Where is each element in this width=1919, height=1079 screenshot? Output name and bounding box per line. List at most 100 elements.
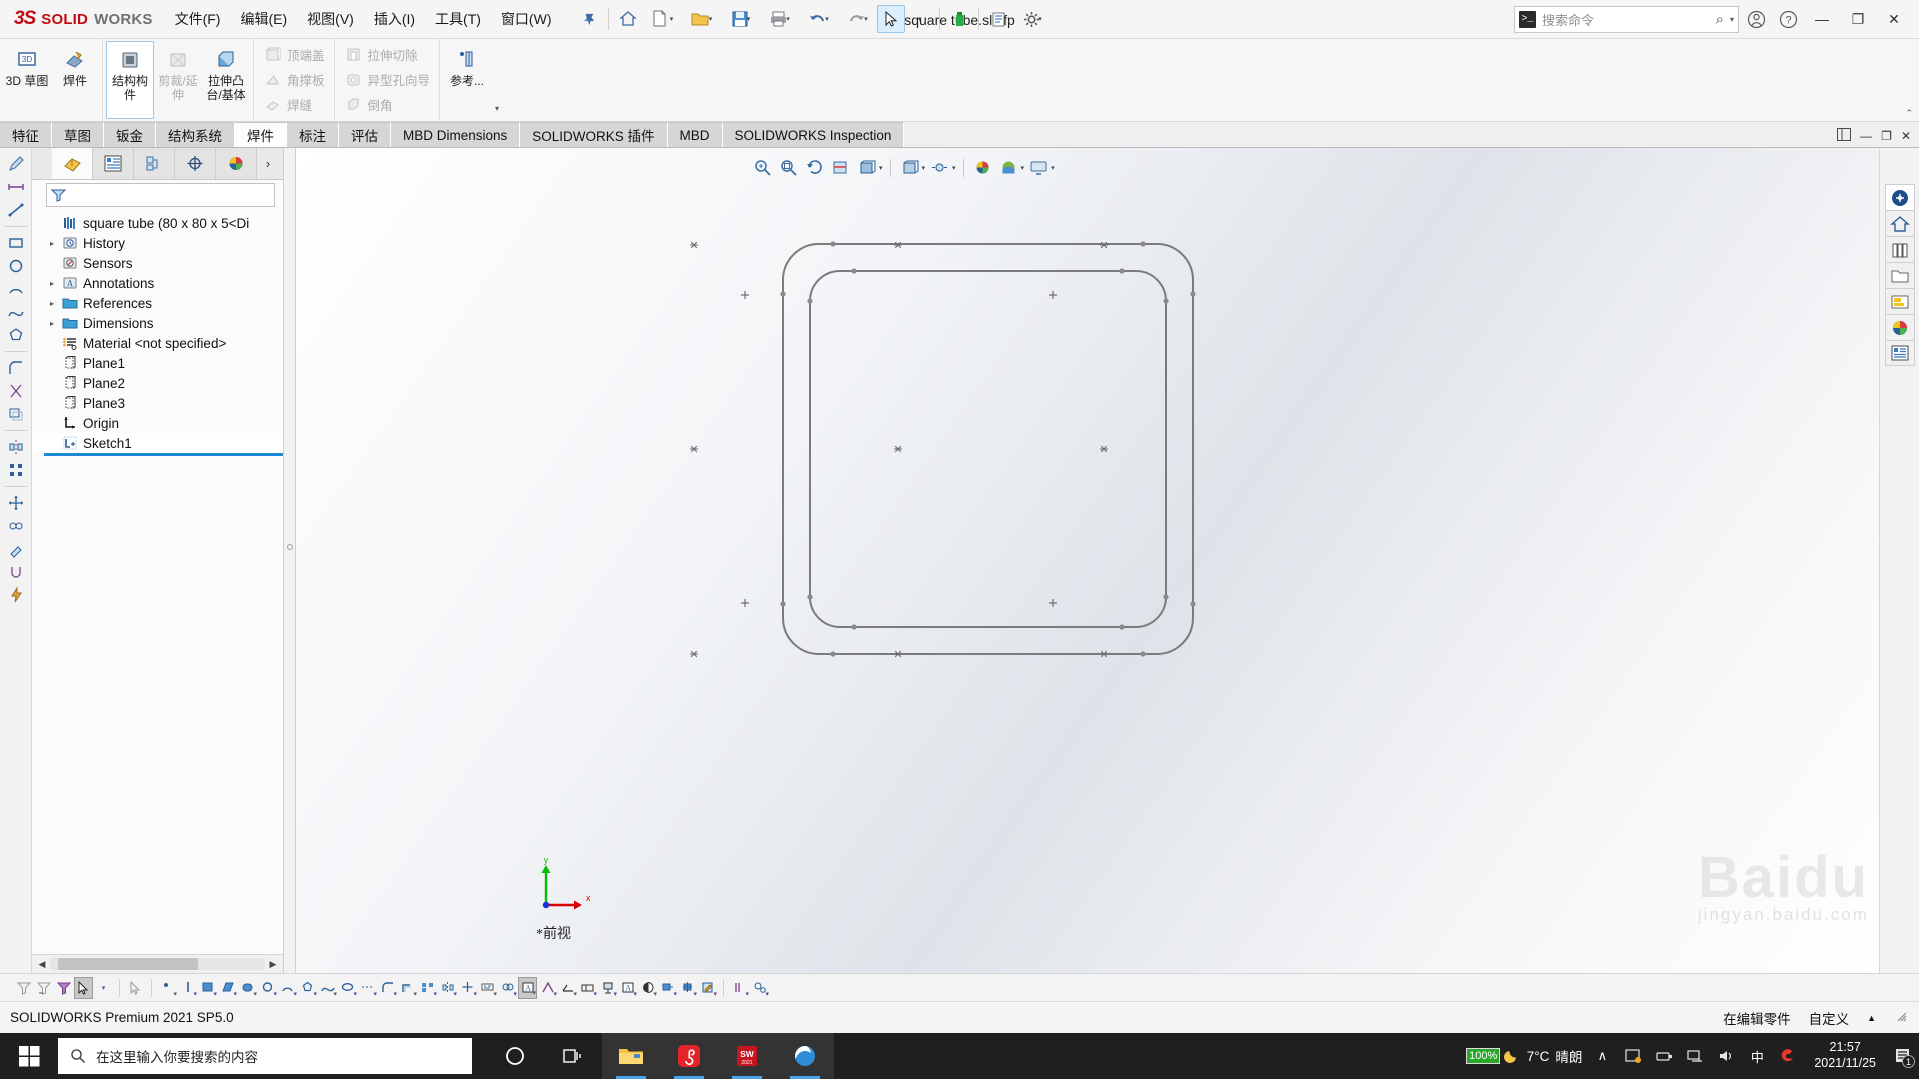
help-icon[interactable]: ? xyxy=(1773,4,1803,34)
geometric-tolerance-icon[interactable]: ▾ xyxy=(578,977,597,999)
tab-mbd[interactable]: MBD xyxy=(667,122,723,147)
sketch-geometry[interactable] xyxy=(296,148,1879,973)
mirror-entities-icon[interactable] xyxy=(3,436,29,458)
graphics-viewport[interactable]: ▾ ▾ ▾ ▾ ▾ y x *前视 Baidu jingyan.baidu.co… xyxy=(296,148,1879,973)
select-cursor-icon[interactable] xyxy=(877,5,906,33)
splitter-handle[interactable] xyxy=(287,544,293,550)
panel-splitter[interactable] xyxy=(284,148,296,973)
polygon-tool-icon[interactable] xyxy=(3,324,29,346)
tree-twist[interactable]: ▸ xyxy=(44,279,60,288)
fillet-tool-icon[interactable] xyxy=(3,357,29,379)
tree-item-plane2[interactable]: Plane2 xyxy=(32,373,283,393)
spline-tool-icon[interactable] xyxy=(3,301,29,323)
linear-pattern-icon[interactable] xyxy=(3,459,29,481)
menu-edit[interactable]: 编辑(E) xyxy=(230,0,297,38)
command-search-box[interactable]: >_ 搜索命令 ⌕ ▾ xyxy=(1514,5,1739,33)
trim-entities-icon[interactable] xyxy=(3,380,29,402)
print-icon[interactable]: ▾ xyxy=(760,5,798,33)
close-button[interactable]: ✕ xyxy=(1877,4,1911,34)
select-tool-icon[interactable] xyxy=(74,976,93,999)
volume-icon[interactable] xyxy=(1715,1048,1737,1064)
custom-properties-icon[interactable] xyxy=(1884,314,1915,340)
circle-tool-icon[interactable]: ▾ xyxy=(258,977,277,999)
mirror-entities-icon[interactable]: ▾ xyxy=(438,977,457,999)
view-palette-icon[interactable] xyxy=(1884,262,1915,288)
tile-windows-icon[interactable] xyxy=(1837,128,1852,144)
feature-tree-filter-input[interactable] xyxy=(46,183,275,207)
area-hatch-icon[interactable]: ▾ xyxy=(638,977,657,999)
select-other-icon[interactable] xyxy=(126,977,145,999)
construction-geometry-icon[interactable]: ▾ xyxy=(358,977,377,999)
tab-solidworks-inspection[interactable]: SOLIDWORKS Inspection xyxy=(722,122,905,147)
tree-item-material[interactable]: Material <not specified> xyxy=(32,333,283,353)
onedrive-icon[interactable] xyxy=(1622,1047,1644,1065)
weather-widget[interactable]: 7°C 晴朗 xyxy=(1503,1046,1582,1067)
polygon-tool-icon[interactable]: ▾ xyxy=(298,977,317,999)
arc-tool-icon[interactable]: ▾ xyxy=(278,977,297,999)
pin-icon[interactable] xyxy=(575,5,603,33)
explode-line-sketch-icon[interactable]: ▾ xyxy=(730,977,749,999)
tree-twist[interactable]: ▸ xyxy=(44,299,60,308)
tab-mbd-dimensions[interactable]: MBD Dimensions xyxy=(391,122,521,147)
fillet-tool-icon[interactable]: ▾ xyxy=(378,977,397,999)
tab-dimxpert-manager[interactable] xyxy=(175,148,216,179)
search-dropdown-caret[interactable]: ▾ xyxy=(1730,15,1734,24)
slot-tool-icon[interactable]: ▾ xyxy=(238,977,257,999)
point-tool-icon[interactable]: ▾ xyxy=(158,977,177,999)
scroll-thumb[interactable] xyxy=(58,958,198,970)
account-icon[interactable] xyxy=(1741,4,1771,34)
show-hidden-icons-chevron[interactable]: ∧ xyxy=(1591,1048,1613,1064)
ellipse-tool-icon[interactable]: ▾ xyxy=(338,977,357,999)
tab-feature-tree[interactable] xyxy=(52,148,93,179)
menu-file[interactable]: 文件(F) xyxy=(165,0,231,38)
file-properties-icon[interactable] xyxy=(984,5,1012,33)
tab-structure-system[interactable]: 结构系统 xyxy=(156,122,235,147)
status-caret[interactable]: ▲ xyxy=(1867,1013,1876,1023)
ribbon-structural-member-button[interactable]: 结构构件 xyxy=(106,41,154,119)
tree-item-origin[interactable]: Origin xyxy=(32,413,283,433)
file-explorer-icon[interactable] xyxy=(602,1033,660,1079)
smart-dimension-icon[interactable]: ▾ xyxy=(478,977,497,999)
scroll-track[interactable] xyxy=(50,958,265,970)
scroll-left-arrow[interactable]: ◀ xyxy=(34,959,50,970)
menu-tools[interactable]: 工具(T) xyxy=(425,0,491,38)
battery-icon[interactable]: 100% xyxy=(1466,1048,1501,1064)
tree-item-references[interactable]: ▸ References xyxy=(32,293,283,313)
note-tool-icon[interactable]: A ▾ xyxy=(518,976,537,999)
filter-edges-icon[interactable] xyxy=(34,977,53,999)
ribbon-extrude-boss-button[interactable]: 拉伸凸台/基体 xyxy=(202,41,250,119)
undo-icon[interactable]: ▾ xyxy=(799,5,837,33)
rectangle-tool-icon[interactable] xyxy=(3,232,29,254)
feature-tree-horizontal-scrollbar[interactable]: ◀ ▶ xyxy=(32,954,283,973)
netease-music-icon[interactable] xyxy=(660,1033,718,1079)
tab-annotation[interactable]: 标注 xyxy=(287,122,339,147)
tree-item-part[interactable]: square tube (80 x 80 x 5<Di xyxy=(32,213,283,233)
ime-indicator[interactable]: 中 xyxy=(1746,1047,1768,1066)
taskbar-clock[interactable]: 21:57 2021/11/25 xyxy=(1808,1040,1882,1071)
repair-sketch-icon[interactable] xyxy=(3,538,29,560)
scroll-right-arrow[interactable]: ▶ xyxy=(265,959,281,970)
tree-twist[interactable]: ▸ xyxy=(44,239,60,248)
ribbon-collapse-caret[interactable]: ⌃ xyxy=(1905,108,1913,119)
line-tool-icon[interactable] xyxy=(3,199,29,221)
weld-symbol-icon[interactable]: ▾ xyxy=(558,977,577,999)
tree-item-history[interactable]: ▸ History xyxy=(32,233,283,253)
filter-off-icon[interactable] xyxy=(14,977,33,999)
offset-entities-icon[interactable] xyxy=(3,403,29,425)
menu-window[interactable]: 窗口(W) xyxy=(491,0,562,38)
taskbar-search-box[interactable]: 在这里输入你要搜索的内容 xyxy=(58,1038,472,1074)
select-tool-caret[interactable]: ▾ xyxy=(94,977,113,999)
network-icon[interactable] xyxy=(1684,1048,1706,1064)
doc-minimize-icon[interactable]: — xyxy=(1860,129,1872,143)
menu-view[interactable]: 视图(V) xyxy=(297,0,364,38)
usb-device-icon[interactable] xyxy=(1653,1048,1675,1064)
balloon-icon[interactable]: A ▾ xyxy=(618,977,637,999)
sogou-input-icon[interactable] xyxy=(1777,1047,1799,1065)
cortana-icon[interactable] xyxy=(486,1033,544,1079)
linear-pattern-icon[interactable]: ▾ xyxy=(418,977,437,999)
tree-twist[interactable]: ▸ xyxy=(44,319,60,328)
spline-tool-icon[interactable]: ▾ xyxy=(318,977,337,999)
make-block-icon[interactable]: ▾ xyxy=(678,977,697,999)
ribbon-reference-geometry-button[interactable]: 参考... xyxy=(443,41,491,119)
tab-display-manager[interactable] xyxy=(216,148,257,179)
